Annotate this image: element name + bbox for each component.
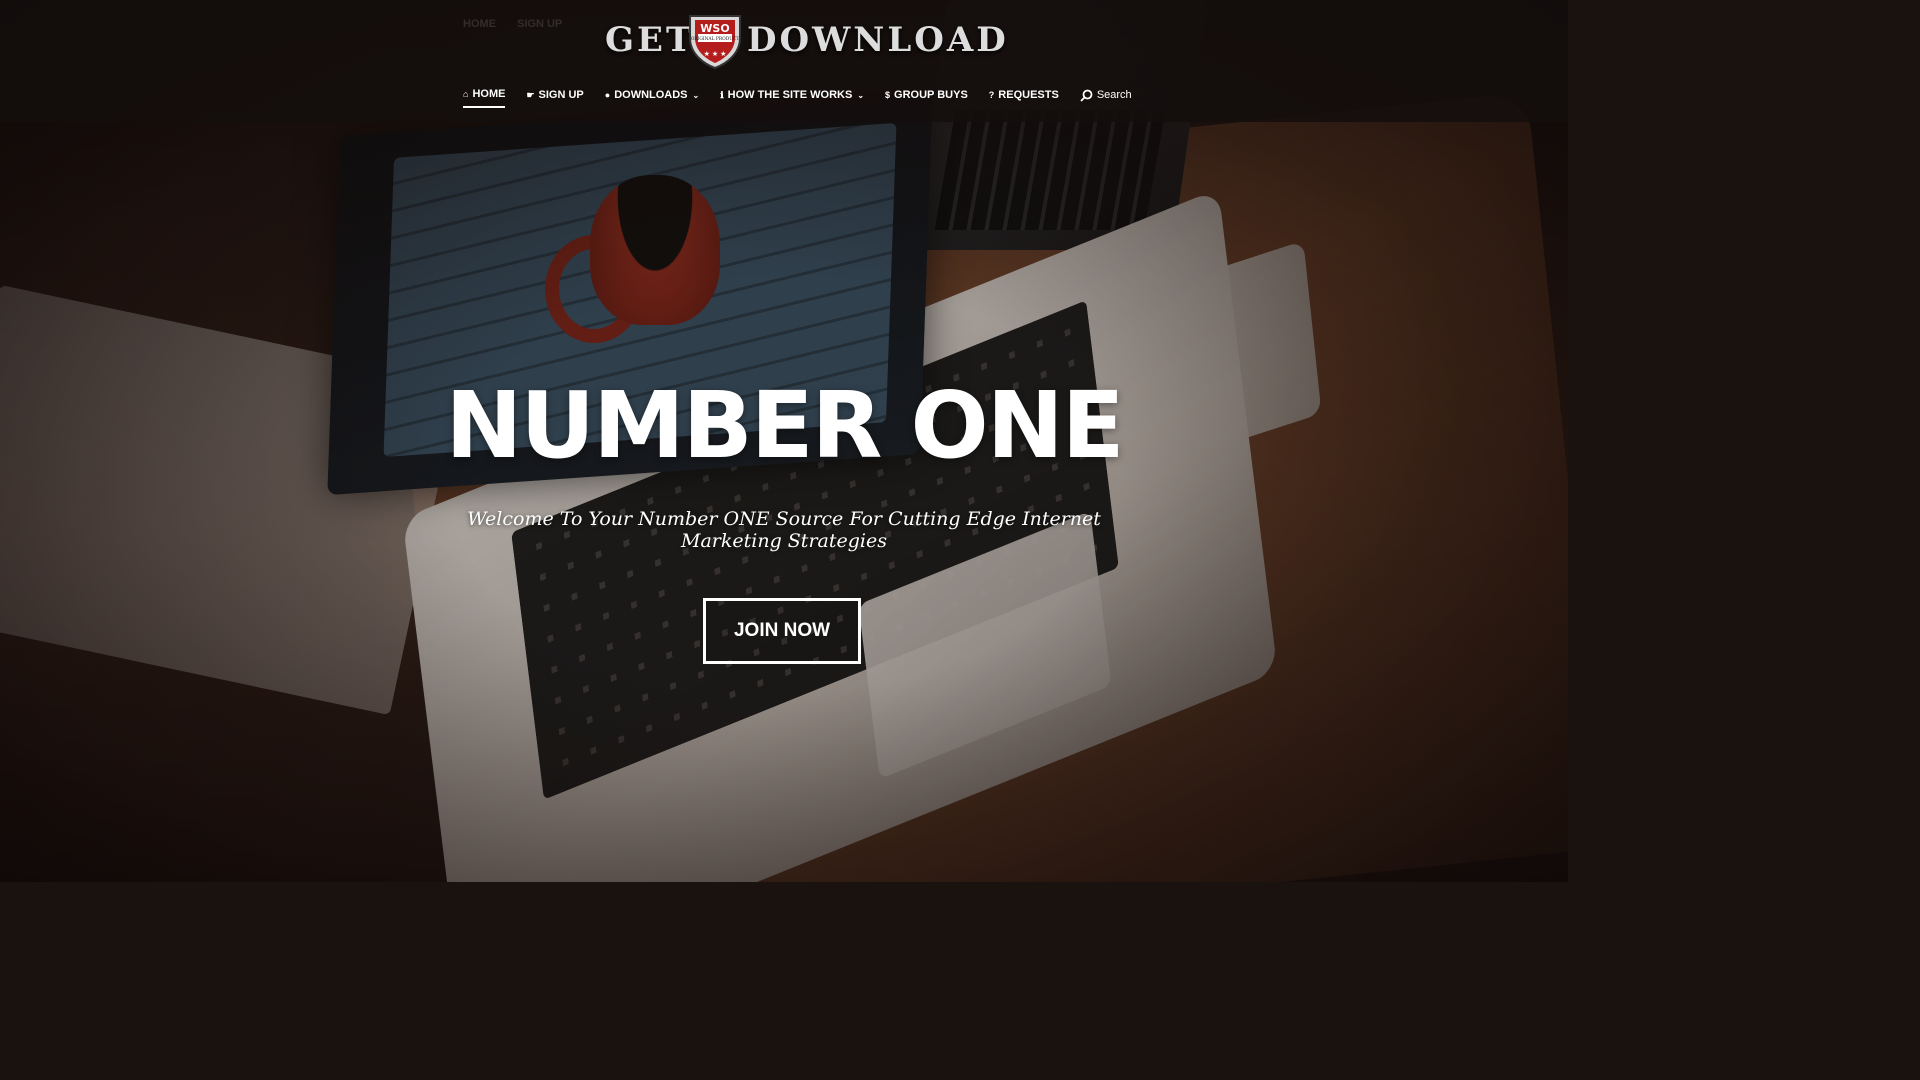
search-icon <box>1080 89 1093 102</box>
nav-sign-up[interactable]: ☛ SIGN UP <box>526 89 583 107</box>
join-now-button[interactable]: JOIN NOW <box>703 598 861 664</box>
dollar-icon: $ <box>885 90 891 100</box>
site-logo[interactable]: GET DOWNLOAD WSO ORIGINAL PRODUCT ★ ★ ★ <box>605 10 1006 70</box>
hero-section: NUMBER ONE Welcome To Your Number ONE So… <box>0 372 1568 553</box>
logo-text-right: DOWNLOAD <box>747 20 1009 60</box>
nav-home-label: HOME <box>472 88 506 100</box>
nav-downloads[interactable]: ● DOWNLOADS ⌄ <box>605 89 699 107</box>
user-icon: ● <box>604 90 611 100</box>
shield-text: WSO <box>700 22 729 35</box>
nav-downloads-label: DOWNLOADS <box>614 89 688 101</box>
chevron-down-icon: ⌄ <box>692 90 700 100</box>
nav-sign-up-label: SIGN UP <box>538 89 584 101</box>
chevron-down-icon: ⌄ <box>857 90 865 100</box>
main-navigation: ⌂ HOME ☛ SIGN UP ● DOWNLOADS ⌄ ℹ HOW THE… <box>463 88 1132 108</box>
nav-requests[interactable]: ? REQUESTS <box>989 89 1059 107</box>
site-header: HOME SIGN UP GET DOWNLOAD WSO ORIGINAL P… <box>0 0 1568 122</box>
home-icon: ⌂ <box>463 89 469 99</box>
nav-how-site-works-label: HOW THE SITE WORKS <box>727 89 853 101</box>
nav-how-site-works[interactable]: ℹ HOW THE SITE WORKS ⌄ <box>720 89 864 107</box>
shield-stars: ★ ★ ★ <box>704 50 727 58</box>
nav-group-buys[interactable]: $ GROUP BUYS <box>885 89 968 107</box>
search-label: Search <box>1096 89 1132 101</box>
nav-group-buys-label: GROUP BUYS <box>894 89 968 101</box>
question-icon: ? <box>988 90 995 100</box>
hero-title: NUMBER ONE <box>445 372 1124 479</box>
nav-home[interactable]: ⌂ HOME <box>463 88 506 108</box>
pointer-icon: ☛ <box>526 89 535 100</box>
logo-text-left: GET <box>605 20 695 60</box>
ghost-nav-reflection: HOME SIGN UP <box>463 18 562 30</box>
hero-subtitle: Welcome To Your Number ONE Source For Cu… <box>467 508 1101 552</box>
nav-requests-label: REQUESTS <box>998 89 1059 101</box>
search-toggle[interactable]: Search <box>1080 89 1132 108</box>
info-icon: ℹ <box>720 89 724 100</box>
shield-icon: WSO ORIGINAL PRODUCT ★ ★ ★ <box>689 15 741 70</box>
ghost-nav-home: HOME <box>463 18 496 30</box>
ghost-nav-signup: SIGN UP <box>517 18 563 30</box>
shield-subtext: ORIGINAL PRODUCT <box>691 37 740 42</box>
